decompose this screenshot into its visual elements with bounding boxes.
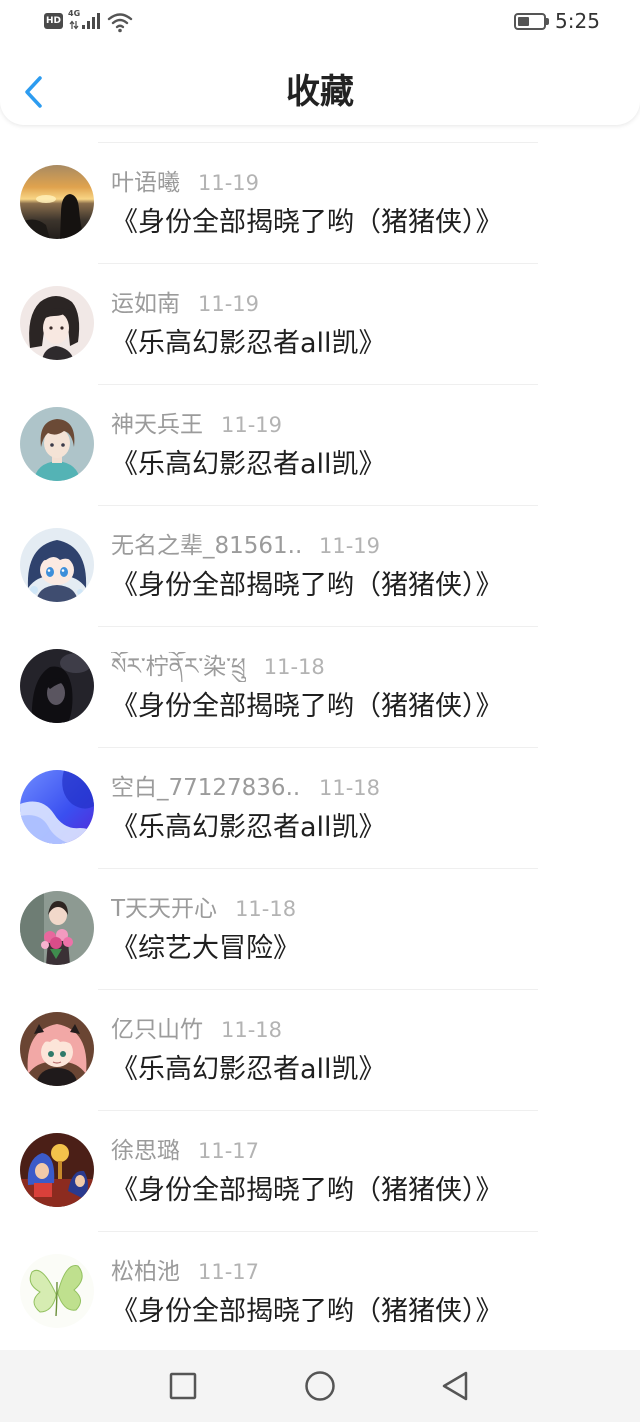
user-name: 徐思璐 <box>111 1138 180 1164</box>
home-button[interactable] <box>304 1370 336 1402</box>
recents-button[interactable] <box>167 1370 199 1402</box>
favorite-date: 11-19 <box>319 534 381 558</box>
favorite-item[interactable]: སོར་柠ནོར་染་ཕྲུ 11-18 《身份全部揭晓了哟（猪猪侠）》 <box>0 626 640 747</box>
avatar[interactable] <box>20 649 94 723</box>
item-meta: སོར་柠ནོར་染་ཕྲུ 11-18 <box>111 652 325 682</box>
divider <box>98 747 538 748</box>
divider <box>98 263 538 264</box>
battery-icon <box>514 13 546 30</box>
circle-home-icon <box>305 1371 335 1401</box>
item-meta: 叶语曦 11-19 <box>111 168 259 198</box>
favorite-date: 11-19 <box>198 171 260 195</box>
favorite-item[interactable]: 无名之辈_81561... 11-19 《身份全部揭晓了哟（猪猪侠）》 <box>0 505 640 626</box>
item-meta: 无名之辈_81561... 11-19 <box>111 531 380 561</box>
item-meta: 神天兵王 11-19 <box>111 410 282 440</box>
favorite-title: 《身份全部揭晓了哟（猪猪侠）》 <box>111 207 503 238</box>
favorite-title: 《身份全部揭晓了哟（猪猪侠）》 <box>111 691 503 722</box>
signal-icon <box>82 13 100 29</box>
divider <box>98 626 538 627</box>
avatar[interactable] <box>20 891 94 965</box>
favorite-date: 11-17 <box>198 1260 260 1284</box>
page-title: 收藏 <box>286 72 354 112</box>
favorite-item[interactable]: 亿只山竹 11-18 《乐高幻影忍者all凯》 <box>0 989 640 1110</box>
item-meta: 空白_77127836... 11-18 <box>111 773 380 803</box>
data-activity-icon <box>69 20 79 30</box>
user-name: 无名之辈_81561... <box>111 533 301 559</box>
favorite-date: 11-17 <box>198 1139 260 1163</box>
divider <box>98 1231 538 1232</box>
favorite-title: 《乐高幻影忍者all凯》 <box>111 1054 386 1085</box>
battery-cap <box>546 18 549 25</box>
status-bar: HD 4G 5:25 <box>0 0 640 44</box>
favorite-date: 11-18 <box>235 897 297 921</box>
user-name: 神天兵王 <box>111 412 203 438</box>
battery-level <box>518 17 529 26</box>
top-bar: HD 4G 5:25 收藏 <box>0 0 640 125</box>
avatar[interactable] <box>20 407 94 481</box>
favorite-date: 11-19 <box>221 413 283 437</box>
user-name: 亿只山竹 <box>111 1017 203 1043</box>
favorite-item[interactable]: 神天兵王 11-19 《乐高幻影忍者all凯》 <box>0 384 640 505</box>
back-nav-button[interactable] <box>439 1370 471 1402</box>
favorite-title: 《乐高幻影忍者all凯》 <box>111 449 386 480</box>
divider <box>98 989 538 990</box>
avatar[interactable] <box>20 1254 94 1328</box>
divider <box>98 505 538 506</box>
avatar[interactable] <box>20 1133 94 1207</box>
divider <box>98 142 538 143</box>
favorite-title: 《身份全部揭晓了哟（猪猪侠）》 <box>111 1296 503 1327</box>
favorites-list[interactable]: 叶语曦 11-19 《身份全部揭晓了哟（猪猪侠）》 运如南 11-19 《乐高幻… <box>0 142 640 1350</box>
system-nav-bar <box>0 1350 640 1422</box>
favorite-title: 《身份全部揭晓了哟（猪猪侠）》 <box>111 1175 503 1206</box>
item-meta: 亿只山竹 11-18 <box>111 1015 282 1045</box>
user-name: 空白_77127836... <box>111 775 301 801</box>
triangle-back-icon <box>442 1371 468 1401</box>
item-meta: 徐思璐 11-17 <box>111 1136 259 1166</box>
avatar[interactable] <box>20 770 94 844</box>
favorite-item[interactable]: 松柏池 11-17 《身份全部揭晓了哟（猪猪侠）》 <box>0 1231 640 1350</box>
item-meta: 运如南 11-19 <box>111 289 259 319</box>
favorite-date: 11-18 <box>319 776 381 800</box>
favorite-item[interactable]: 空白_77127836... 11-18 《乐高幻影忍者all凯》 <box>0 747 640 868</box>
favorite-item[interactable]: 运如南 11-19 《乐高幻影忍者all凯》 <box>0 263 640 384</box>
clock: 5:25 <box>555 9 600 33</box>
favorite-title: 《乐高幻影忍者all凯》 <box>111 328 386 359</box>
user-name: 叶语曦 <box>111 170 180 196</box>
favorite-date: 11-18 <box>263 655 325 679</box>
avatar[interactable] <box>20 165 94 239</box>
favorite-title: 《身份全部揭晓了哟（猪猪侠）》 <box>111 570 503 601</box>
favorite-title: 《综艺大冒险》 <box>111 933 300 964</box>
network-type: 4G <box>68 9 81 18</box>
favorite-title: 《乐高幻影忍者all凯》 <box>111 812 386 843</box>
item-meta: 松柏池 11-17 <box>111 1257 259 1287</box>
wifi-icon <box>107 13 133 33</box>
avatar[interactable] <box>20 1012 94 1086</box>
user-name: 松柏池 <box>111 1259 180 1285</box>
divider <box>98 868 538 869</box>
square-recents-icon <box>169 1372 197 1400</box>
favorite-date: 11-18 <box>221 1018 283 1042</box>
avatar[interactable] <box>20 286 94 360</box>
user-name: སོར་柠ནོར་染་ཕྲུ <box>111 654 246 680</box>
favorite-item[interactable]: T天天开心 11-18 《综艺大冒险》 <box>0 868 640 989</box>
divider <box>98 1110 538 1111</box>
user-name: 运如南 <box>111 291 180 317</box>
avatar[interactable] <box>20 528 94 602</box>
favorite-item[interactable]: 叶语曦 11-19 《身份全部揭晓了哟（猪猪侠）》 <box>0 142 640 263</box>
favorite-date: 11-19 <box>198 292 260 316</box>
item-meta: T天天开心 11-18 <box>111 894 296 924</box>
divider <box>98 384 538 385</box>
user-name: T天天开心 <box>111 896 218 922</box>
hd-badge: HD <box>44 13 63 29</box>
favorite-item[interactable]: 徐思璐 11-17 《身份全部揭晓了哟（猪猪侠）》 <box>0 1110 640 1231</box>
